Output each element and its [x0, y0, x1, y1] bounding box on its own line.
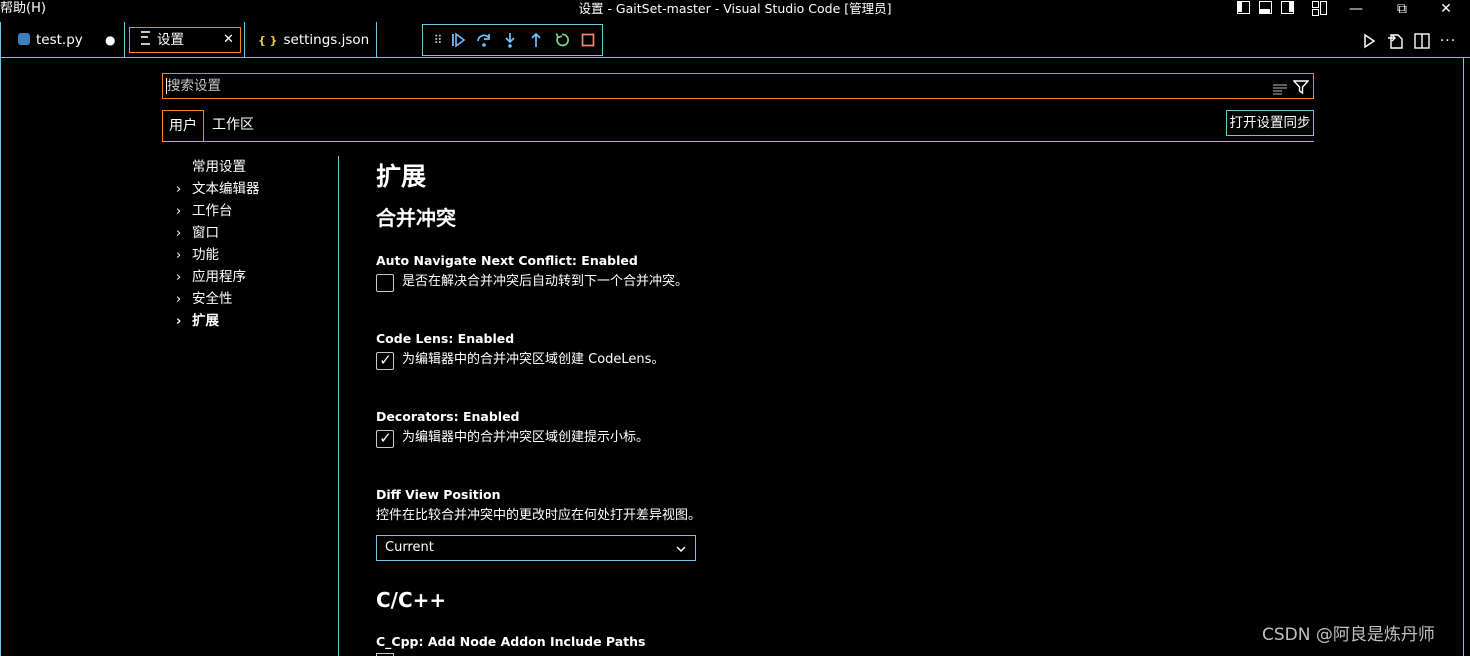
- toc-item-extensions[interactable]: › 扩展: [176, 311, 219, 332]
- close-tab-icon[interactable]: ✕: [223, 31, 234, 49]
- setting-title: Diff View Position: [376, 487, 501, 502]
- step-over-icon[interactable]: [475, 31, 493, 49]
- settings-file-icon: [141, 31, 150, 45]
- customize-layout-icon[interactable]: [1312, 1, 1327, 16]
- setting-title: Auto Navigate Next Conflict: Enabled: [376, 253, 638, 268]
- setting-title: C_Cpp: Add Node Addon Include Paths: [376, 634, 646, 649]
- setting-description: 为编辑器中的合并冲突区域创建 CodeLens。: [402, 352, 665, 367]
- chevron-right-icon: ›: [176, 182, 182, 197]
- section-heading-cpp: C/C++: [376, 588, 447, 612]
- toc-label: 扩展: [192, 313, 219, 329]
- tab-test-py[interactable]: test.py: [18, 22, 83, 58]
- restore-button[interactable]: ⧉: [1386, 0, 1418, 20]
- toc-label: 应用程序: [192, 269, 246, 285]
- step-into-icon[interactable]: [501, 31, 519, 49]
- continue-icon[interactable]: [449, 31, 467, 49]
- tab-workspace[interactable]: 工作区: [212, 110, 254, 141]
- toc-label: 文本编辑器: [192, 181, 260, 197]
- toggle-primary-sidebar-icon[interactable]: [1237, 1, 1250, 14]
- chevron-right-icon: ›: [176, 226, 182, 241]
- select-value: Current: [385, 540, 434, 555]
- debug-toolbar: ⠿: [422, 24, 603, 56]
- setting-checkbox[interactable]: ✓: [376, 351, 394, 370]
- toc-label: 窗口: [192, 225, 219, 241]
- json-braces-icon: { }: [258, 34, 278, 47]
- tab-user[interactable]: 用户: [162, 110, 204, 141]
- close-window-button[interactable]: ✕: [1430, 0, 1462, 20]
- left-border: [0, 22, 1, 656]
- search-input[interactable]: [162, 73, 1314, 99]
- toggle-secondary-sidebar-icon[interactable]: [1281, 1, 1294, 14]
- settings-sync-button[interactable]: 打开设置同步: [1226, 110, 1314, 136]
- stop-icon[interactable]: [579, 31, 597, 49]
- toc-item-text-editor[interactable]: › 文本编辑器: [176, 179, 260, 200]
- tab-label: test.py: [36, 32, 83, 48]
- search-placeholder: 搜索设置: [167, 78, 221, 94]
- clear-filter-icon[interactable]: [1272, 80, 1288, 95]
- toc-item-window[interactable]: › 窗口: [176, 223, 219, 244]
- setting-checkbox[interactable]: ✓: [376, 429, 394, 448]
- step-out-icon[interactable]: [527, 31, 545, 49]
- toc-label: 功能: [192, 247, 219, 263]
- diff-view-position-select[interactable]: Current: [376, 535, 696, 561]
- setting-description: 是否在解决合并冲突后自动转到下一个合并冲突。: [402, 274, 689, 289]
- setting-checkbox[interactable]: [376, 274, 394, 292]
- watermark: CSDN @阿良是炼丹师: [1262, 625, 1435, 645]
- check-icon: ✓: [379, 429, 392, 447]
- toc-divider: [338, 156, 339, 656]
- chevron-right-icon: ›: [176, 248, 182, 263]
- minimize-button[interactable]: —: [1340, 0, 1372, 20]
- tab-separator: [244, 22, 245, 58]
- toc-label: 常用设置: [192, 159, 246, 175]
- chevron-right-icon: ›: [176, 292, 182, 307]
- drag-grip-icon[interactable]: ⠿: [429, 31, 447, 49]
- editor-right-border: [1463, 58, 1464, 656]
- setting-title: Code Lens: Enabled: [376, 331, 515, 346]
- toc-item-features[interactable]: › 功能: [176, 245, 219, 266]
- open-settings-json-icon[interactable]: [1386, 30, 1406, 52]
- toc-item-common[interactable]: 常用设置: [176, 157, 246, 177]
- restart-icon[interactable]: [553, 31, 571, 49]
- unsaved-dot-icon[interactable]: ●: [105, 31, 115, 49]
- toc-label: 工作台: [192, 203, 233, 219]
- scope-divider: [162, 141, 1314, 142]
- tab-settings-json[interactable]: { } settings.json: [258, 22, 369, 58]
- toggle-panel-icon[interactable]: [1259, 1, 1272, 14]
- toc-item-workbench[interactable]: › 工作台: [176, 201, 233, 222]
- section-heading-merge-conflict: 合并冲突: [376, 206, 456, 230]
- tab-label: settings.json: [283, 32, 370, 48]
- chevron-right-icon: ›: [176, 314, 182, 329]
- setting-description: 控件在比较合并冲突中的更改时应在何处打开差异视图。: [376, 508, 702, 523]
- toc-item-security[interactable]: › 安全性: [176, 289, 233, 310]
- tab-label: 设置: [157, 32, 184, 48]
- more-actions-icon[interactable]: ···: [1438, 30, 1458, 52]
- python-icon: [18, 33, 30, 45]
- toc-item-application[interactable]: › 应用程序: [176, 267, 246, 288]
- section-heading-extensions: 扩展: [376, 162, 427, 191]
- tab-separator: [376, 22, 377, 58]
- chevron-right-icon: ›: [176, 204, 182, 219]
- chevron-right-icon: ›: [176, 270, 182, 285]
- split-editor-icon[interactable]: [1412, 30, 1432, 52]
- setting-title: Decorators: Enabled: [376, 409, 520, 424]
- tab-separator: [124, 22, 125, 58]
- setting-description: 为编辑器中的合并冲突区域创建提示小标。: [402, 430, 650, 445]
- toc-label: 安全性: [192, 291, 233, 307]
- filter-icon[interactable]: [1292, 79, 1310, 95]
- check-icon: ✓: [379, 351, 392, 369]
- chevron-down-icon: [675, 540, 687, 560]
- tab-settings[interactable]: 设置: [141, 22, 184, 58]
- run-icon[interactable]: [1359, 30, 1379, 52]
